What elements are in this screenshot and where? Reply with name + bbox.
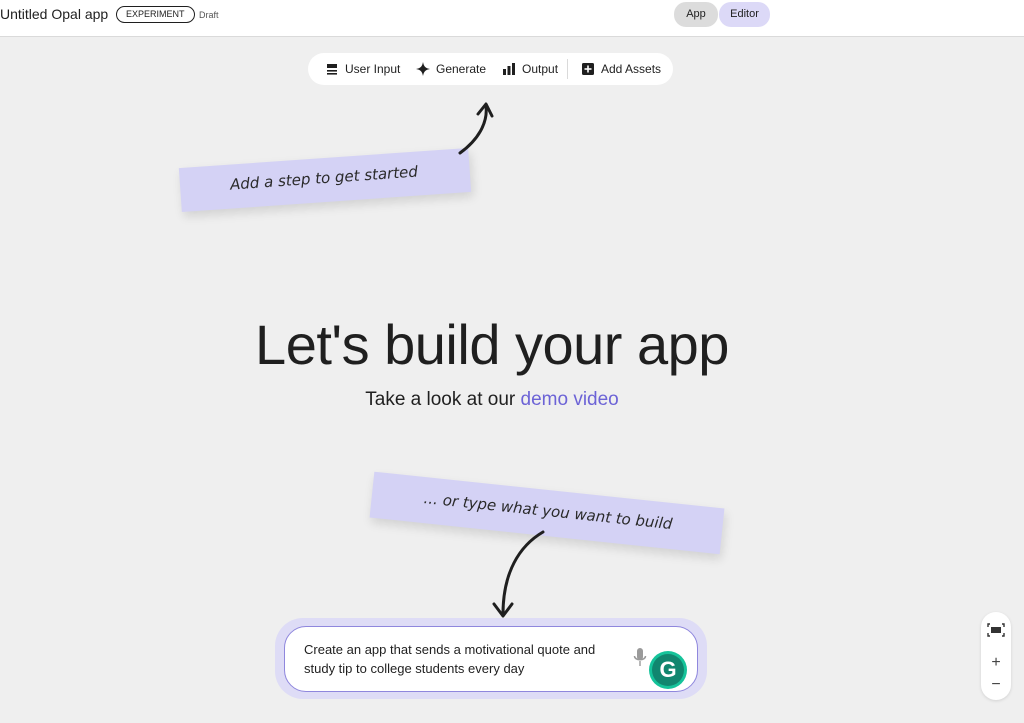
fit-to-screen-icon[interactable] xyxy=(981,622,1011,638)
hero-subtitle: Take a look at our demo video xyxy=(0,389,984,411)
hero-subtitle-text: Take a look at our xyxy=(365,389,521,410)
prompt-text[interactable]: Create an app that sends a motivational … xyxy=(304,640,624,678)
add-box-icon xyxy=(582,63,594,75)
zoom-out-button[interactable]: − xyxy=(981,676,1011,694)
zoom-in-button[interactable]: + xyxy=(981,654,1011,672)
add-assets-label: Add Assets xyxy=(601,62,662,76)
output-label: Output xyxy=(522,62,559,76)
generate-label: Generate xyxy=(436,62,487,76)
app-mode-button[interactable]: App xyxy=(674,2,718,27)
hero-title: Let's build your app xyxy=(255,313,729,376)
grammarly-icon[interactable]: G xyxy=(649,651,687,689)
type-hint-text: ... or type what you want to build xyxy=(422,489,674,534)
draft-status: Draft xyxy=(199,10,219,20)
toolbar-divider xyxy=(567,59,568,79)
sparkle-icon xyxy=(416,62,430,76)
step-hint-text: Add a step to get started xyxy=(229,162,419,194)
top-bar: Untitled Opal app EXPERIMENT Draft App E… xyxy=(0,0,1024,37)
zoom-controls: + − xyxy=(981,612,1011,700)
app-title[interactable]: Untitled Opal app xyxy=(0,6,108,22)
experiment-badge: EXPERIMENT xyxy=(116,6,195,23)
user-input-icon xyxy=(327,64,337,75)
arrow-up-icon xyxy=(458,102,494,155)
prompt-container: Create an app that sends a motivational … xyxy=(275,618,707,699)
prompt-input[interactable]: Create an app that sends a motivational … xyxy=(284,626,698,692)
step-hint-note: Add a step to get started xyxy=(178,147,472,213)
user-input-label: User Input xyxy=(345,62,401,76)
editor-mode-button[interactable]: Editor xyxy=(719,2,770,27)
microphone-icon[interactable] xyxy=(633,647,647,669)
demo-video-link[interactable]: demo video xyxy=(521,389,619,410)
arrow-down-icon xyxy=(492,530,545,618)
step-toolbar: User Input Generate Output Add Assets xyxy=(308,53,673,85)
output-chart-icon xyxy=(503,63,515,75)
grammarly-letter: G xyxy=(652,654,684,686)
